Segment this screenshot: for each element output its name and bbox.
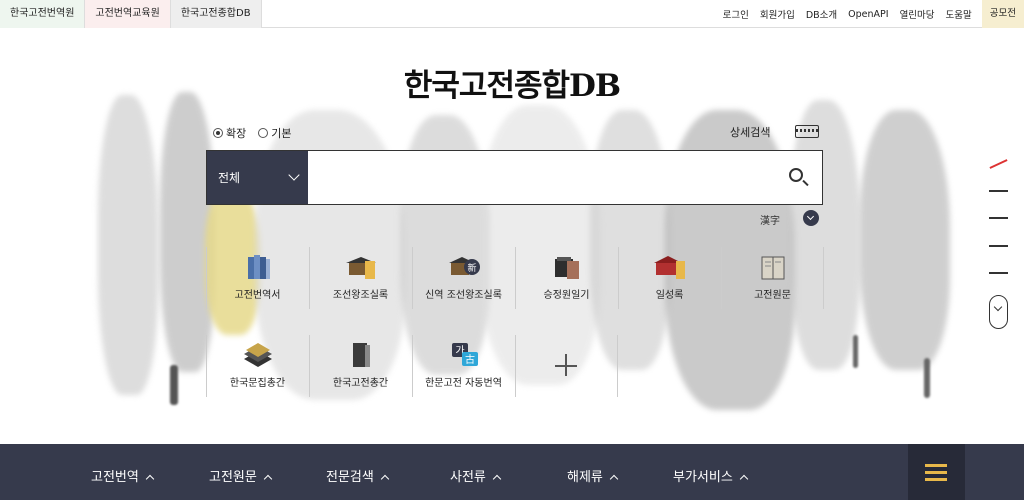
db-label: 일성록 (655, 290, 684, 301)
db-label: 한국고전총간 (332, 378, 389, 389)
hamburger-icon (925, 464, 947, 467)
db-label: 한국문집총간 (229, 378, 286, 389)
db-item-gojeon-chonggan[interactable]: 한국고전총간 (309, 335, 412, 397)
search-input[interactable] (308, 151, 774, 204)
site-tab-db[interactable]: 한국고전종합DB (170, 0, 262, 28)
open-book-icon (761, 256, 785, 280)
db-intro-link[interactable]: DB소개 (806, 7, 837, 21)
section-nav-item-1[interactable] (989, 159, 1008, 169)
chevron-up-icon (263, 474, 273, 484)
db-item-munjip[interactable]: 한국문집총간 (206, 335, 309, 397)
bottom-nav-commentary[interactable]: 해제류 (567, 466, 619, 485)
db-item-original-text[interactable]: 고전원문 (721, 247, 824, 309)
db-label: 고전원문 (754, 290, 791, 301)
bottom-nav-fulltext[interactable]: 전문검색 (326, 466, 390, 485)
advanced-search-link[interactable]: 상세검색 (730, 124, 770, 140)
search-scope-label: 전체 (218, 171, 241, 185)
chevron-down-icon (288, 169, 300, 181)
keyboard-icon[interactable] (795, 125, 819, 138)
bottom-nav-extra[interactable]: 부가서비스 (673, 466, 749, 485)
chevron-up-icon (145, 474, 155, 484)
palace-scroll-icon (346, 257, 376, 279)
book-stack-icon (244, 343, 272, 367)
signup-link[interactable]: 회원가입 (760, 7, 795, 21)
page-title: 한국고전종합DB (403, 68, 621, 104)
search-button[interactable] (774, 151, 822, 204)
chevron-up-icon (739, 474, 749, 484)
db-item-seungjeongwon[interactable]: 승정원일기 (515, 247, 618, 309)
search-mode: 확장 기본 (213, 125, 304, 141)
db-label: 조선왕조실록 (332, 290, 389, 301)
svg-text:古: 古 (465, 353, 475, 366)
db-item-sillok[interactable]: 조선왕조실록 (309, 247, 412, 309)
add-db-button[interactable] (515, 335, 618, 397)
diary-icon (555, 257, 579, 279)
mode-basic-option[interactable]: 기본 (258, 125, 292, 141)
db-label: 한문고전 자동번역 (425, 378, 502, 389)
hanja-label: 漢字 (760, 216, 780, 227)
bottom-nav-dictionary[interactable]: 사전류 (450, 466, 502, 485)
chevron-up-icon (492, 474, 502, 484)
section-nav-item-5[interactable] (989, 272, 1008, 274)
db-label: 고전번역서 (234, 290, 281, 301)
single-volume-icon (353, 343, 370, 367)
mode-extended-option[interactable]: 확장 (213, 125, 246, 141)
openapi-link[interactable]: OpenAPI (848, 9, 888, 20)
db-item-auto-translate[interactable]: 가 古 한문고전 자동번역 (412, 335, 515, 397)
chevron-up-icon (380, 474, 390, 484)
db-item-new-sillok[interactable]: 新 신역 조선왕조실록 (412, 247, 515, 309)
mode-extended-label: 확장 (226, 127, 247, 140)
svg-text:新: 新 (467, 262, 476, 274)
search-scope-select[interactable]: 전체 (207, 151, 308, 204)
login-link[interactable]: 로그인 (723, 7, 749, 21)
help-link[interactable]: 도움말 (946, 7, 972, 21)
section-nav-item-3[interactable] (989, 217, 1008, 219)
bottom-nav-translation[interactable]: 고전번역 (91, 466, 155, 485)
search-box: 전체 (206, 150, 823, 205)
books-icon (248, 255, 270, 279)
hanja-toggle-button[interactable] (803, 210, 819, 226)
site-tab-education[interactable]: 고전번역교육원 (85, 0, 171, 28)
top-links: 로그인 회원가입 DB소개 OpenAPI 열린마당 도움말 공모전 (712, 0, 1024, 28)
bottom-nav: 고전번역 고전원문 전문검색 사전류 해제류 부가서비스 (0, 444, 1024, 500)
translate-icon: 가 古 (452, 343, 478, 366)
db-label: 신역 조선왕조실록 (425, 290, 502, 301)
open-forum-link[interactable]: 열린마당 (900, 7, 935, 21)
site-tab-itkc[interactable]: 한국고전번역원 (0, 0, 86, 28)
radio-basic[interactable] (258, 128, 269, 138)
scroll-down-button[interactable] (989, 295, 1008, 329)
radio-extended[interactable] (213, 128, 223, 138)
bottom-nav-original[interactable]: 고전원문 (209, 466, 273, 485)
section-nav-item-4[interactable] (989, 245, 1008, 247)
db-label: 승정원일기 (543, 290, 590, 301)
section-nav-item-2[interactable] (989, 190, 1008, 192)
search-icon (789, 168, 803, 182)
db-item-translation[interactable]: 고전번역서 (206, 247, 309, 309)
mode-basic-label: 기본 (271, 127, 292, 140)
red-building-icon (654, 256, 685, 279)
chevron-up-icon (609, 474, 619, 484)
db-item-ilseongnok[interactable]: 일성록 (618, 247, 721, 309)
palace-new-icon: 新 (449, 257, 480, 275)
top-bar: 한국고전번역원 고전번역교육원 한국고전종합DB 로그인 회원가입 DB소개 O… (0, 0, 1024, 28)
contest-link[interactable]: 공모전 (981, 0, 1024, 28)
hamburger-menu-button[interactable] (908, 444, 965, 500)
